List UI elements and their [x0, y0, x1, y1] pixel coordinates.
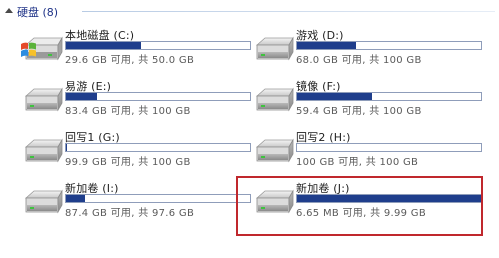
hard-drive-icon — [20, 86, 64, 116]
drive-usage-bar — [65, 41, 251, 50]
drives-group-header[interactable]: 硬盘 (8) — [0, 0, 499, 24]
hard-drive-icon — [20, 188, 64, 218]
collapse-arrow-icon[interactable] — [5, 8, 13, 13]
highlight-box — [236, 176, 483, 236]
hard-drive-icon — [251, 86, 295, 116]
drive-usage-fill — [66, 195, 86, 202]
drive-usage-bar — [296, 143, 482, 152]
drive-space-info: 99.9 GB 可用, 共 100 GB — [65, 157, 191, 168]
group-divider — [82, 11, 495, 12]
drive-usage-fill — [297, 42, 356, 49]
drive-tile-f[interactable]: 镜像 (F:) 59.4 GB 可用, 共 100 GB — [248, 78, 483, 128]
windows-drive-icon — [20, 35, 64, 65]
drive-usage-fill — [66, 93, 97, 100]
drive-usage-fill — [66, 42, 142, 49]
drive-space-info: 87.4 GB 可用, 共 97.6 GB — [65, 208, 195, 219]
hard-drive-icon — [20, 137, 64, 167]
drive-tile-c[interactable]: 本地磁盘 (C:) 29.6 GB 可用, 共 50.0 GB — [17, 27, 252, 77]
drive-space-info: 29.6 GB 可用, 共 50.0 GB — [65, 55, 195, 66]
drive-usage-bar — [296, 41, 482, 50]
drive-tile-d[interactable]: 游戏 (D:) 68.0 GB 可用, 共 100 GB — [248, 27, 483, 77]
drive-tile-e[interactable]: 易游 (E:) 83.4 GB 可用, 共 100 GB — [17, 78, 252, 128]
drive-space-info: 100 GB 可用, 共 100 GB — [296, 157, 419, 168]
hard-drive-icon — [251, 137, 295, 167]
drive-space-info: 68.0 GB 可用, 共 100 GB — [296, 55, 422, 66]
drive-tile-h[interactable]: 回写2 (H:) 100 GB 可用, 共 100 GB — [248, 129, 483, 179]
drive-usage-bar — [296, 92, 482, 101]
drive-tile-g[interactable]: 回写1 (G:) 99.9 GB 可用, 共 100 GB — [17, 129, 252, 179]
hard-drive-icon — [251, 35, 295, 65]
drive-space-info: 83.4 GB 可用, 共 100 GB — [65, 106, 191, 117]
drive-usage-fill — [297, 93, 372, 100]
drive-tile-i[interactable]: 新加卷 (I:) 87.4 GB 可用, 共 97.6 GB — [17, 180, 252, 230]
drive-usage-bar — [65, 92, 251, 101]
group-title: 硬盘 (8) — [17, 6, 59, 19]
drive-space-info: 59.4 GB 可用, 共 100 GB — [296, 106, 422, 117]
drive-usage-bar — [65, 143, 251, 152]
drive-usage-bar — [65, 194, 251, 203]
